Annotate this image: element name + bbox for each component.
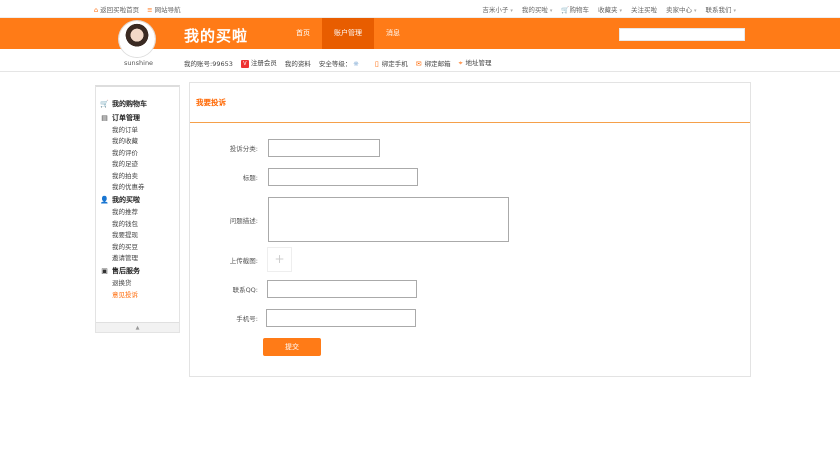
sidebar-item-footprints[interactable]: 我的足迹 <box>100 159 179 170</box>
sidebar-title-mybuy: 👤 我的买啦 <box>100 196 140 205</box>
site-nav-link[interactable]: ≡ 网站导航 <box>147 4 180 14</box>
contact-link[interactable]: 联系我们 ▾ <box>705 4 736 14</box>
bind-phone-link[interactable]: ▯ 绑定手机 <box>375 58 408 68</box>
qq-label: 联系QQ: <box>232 286 258 294</box>
sidebar-group-aftersales: ▣ 售后服务 退换货 意见投诉 <box>100 264 179 301</box>
brand-title: 我的买啦 <box>184 27 249 45</box>
chevron-up-icon: ▲ <box>135 325 140 331</box>
description-label: 问题描述: <box>229 216 258 225</box>
phone-input[interactable] <box>266 309 416 327</box>
complaint-panel: 我要投诉 投诉分类: 标题: 问题描述: 上传截图: + 联系QQ: 手机号: … <box>189 82 751 377</box>
description-row: 问题描述: <box>190 197 509 242</box>
phone-icon: ▯ <box>374 59 379 68</box>
chevron-down-icon: ▾ <box>549 8 553 14</box>
account-number: 我的账号:99653 <box>184 59 233 68</box>
sidebar: 🛒 我的购物车 ▤ 订单管理 我的订单 我的收藏 我的评价 我的足迹 我的拍卖 我的… <box>95 85 180 333</box>
tab-account[interactable]: 账户管理 <box>322 18 374 49</box>
chevron-down-icon: ▾ <box>733 8 736 14</box>
sidebar-group-cart: 🛒 我的购物车 <box>100 97 179 111</box>
title-label: 标题: <box>242 174 258 182</box>
upload-label: 上传截图: <box>229 256 258 265</box>
sidebar-item-withdraw[interactable]: 我要提现 <box>100 230 179 241</box>
title-input[interactable] <box>268 168 418 186</box>
service-icon: ▣ <box>101 267 108 276</box>
sidebar-title-aftersales: ▣ 售后服务 <box>101 267 140 276</box>
sidebar-title-orders: ▤ 订单管理 <box>101 114 140 122</box>
sidebar-item-complaints[interactable]: 意见投诉 <box>100 290 179 301</box>
qq-input[interactable] <box>267 280 417 298</box>
tab-messages[interactable]: 消息 <box>374 18 412 49</box>
menu-icon: ≡ <box>147 6 153 14</box>
submit-button[interactable]: 提交 <box>263 338 321 356</box>
category-label: 投诉分类: <box>229 145 258 153</box>
phone-label: 手机号: <box>236 315 258 323</box>
favorites-link[interactable]: 收藏夹 ▾ <box>598 4 622 14</box>
cart-link[interactable]: 🛒购物车 <box>561 4 589 14</box>
description-textarea[interactable] <box>268 197 509 242</box>
header-nav: 首页 账户管理 消息 <box>284 18 412 49</box>
sidebar-item-coupons[interactable]: 我的优惠券 <box>100 182 179 193</box>
chevron-down-icon: ▾ <box>619 8 622 14</box>
follow-link[interactable]: 关注买啦 <box>631 4 657 14</box>
sidebar-item-recommend[interactable]: 我的推荐 <box>100 207 179 218</box>
upload-image-button[interactable]: + <box>267 247 292 272</box>
chevron-down-icon: ▾ <box>510 8 513 14</box>
plus-icon: + <box>274 252 285 266</box>
sidebar-item-invites[interactable]: 邀请管理 <box>100 253 179 264</box>
location-icon: ⌖ <box>458 59 463 67</box>
panel-header: 我要投诉 <box>190 83 750 123</box>
address-link[interactable]: ⌖ 地址管理 <box>459 57 492 68</box>
sidebar-item-favorites[interactable]: 我的收藏 <box>100 136 179 147</box>
upload-row: 上传截图: + <box>190 247 292 272</box>
sidebar-item-auctions[interactable]: 我的拍卖 <box>100 171 179 182</box>
profile-link[interactable]: 我的资料 <box>285 58 311 68</box>
sidebar-item-returns[interactable]: 退换货 <box>100 278 179 289</box>
sidebar-title-cart[interactable]: 🛒 我的购物车 <box>100 97 179 111</box>
vip-icon: V <box>240 60 249 68</box>
sidebar-item-reviews[interactable]: 我的评价 <box>100 148 179 159</box>
sidebar-group-orders: ▤ 订单管理 我的订单 我的收藏 我的评价 我的足迹 我的拍卖 我的优惠券 <box>100 111 179 193</box>
tab-home[interactable]: 首页 <box>284 18 322 49</box>
home-link[interactable]: ⌂ 返回买啦首页 <box>94 4 139 14</box>
qq-row: 联系QQ: <box>190 280 417 298</box>
account-info: 我的账号:99653 V 注册会员 我的资料 安全等级： ❋ ▯ 绑定手机 ✉ 绑定邮箱… <box>184 57 492 68</box>
username: sunshine <box>124 59 154 67</box>
category-row: 投诉分类: <box>190 139 380 157</box>
seller-center-link[interactable]: 卖家中心 ▾ <box>666 4 697 14</box>
user-icon: 👤 <box>100 196 109 205</box>
header-search-input[interactable] <box>619 28 745 41</box>
user-link[interactable]: 吉米小子 ▾ <box>482 4 513 14</box>
title-row: 标题: <box>190 168 418 186</box>
sidebar-item-orders[interactable]: 我的订单 <box>100 125 179 136</box>
phone-row: 手机号: <box>190 309 416 327</box>
top-bar: ⌂ 返回买啦首页 ≡ 网站导航 吉米小子 ▾ 我的买啦 ▾ 🛒购物车 收藏夹 ▾ 关注买啦… <box>0 0 840 18</box>
member-badge: V 注册会员 <box>240 57 277 68</box>
document-icon: ▤ <box>101 114 108 122</box>
shield-icon: ❋ <box>353 59 359 68</box>
page-title: 我要投诉 <box>196 98 226 107</box>
bind-email-link[interactable]: ✉ 绑定邮箱 <box>416 58 451 68</box>
security-level: 安全等级： ❋ <box>318 59 359 68</box>
home-icon: ⌂ <box>94 6 99 14</box>
sidebar-item-beans[interactable]: 我的买豆 <box>100 242 179 253</box>
chevron-down-icon: ▾ <box>693 8 697 14</box>
cart-icon: 🛒 <box>100 100 109 108</box>
sidebar-item-wallet[interactable]: 我的钱包 <box>100 219 179 230</box>
sidebar-collapse-button[interactable]: ▲ <box>96 322 179 332</box>
category-select[interactable] <box>268 139 380 157</box>
my-buy-link[interactable]: 我的买啦 ▾ <box>522 4 553 14</box>
email-icon: ✉ <box>415 59 422 68</box>
sidebar-group-mybuy: 👤 我的买啦 我的推荐 我的钱包 我要提现 我的买豆 邀请管理 <box>100 193 179 264</box>
